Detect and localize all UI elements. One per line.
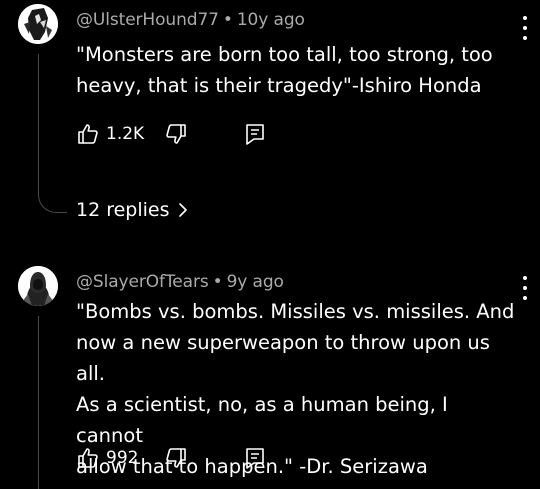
chevron-right-icon — [178, 203, 187, 217]
reply-button[interactable] — [244, 444, 266, 472]
like-button[interactable]: 992 — [76, 444, 138, 472]
replies-toggle[interactable]: 12 replies — [76, 199, 188, 221]
thumbs-up-icon — [78, 448, 98, 468]
reply-comment-icon — [246, 124, 264, 145]
comment-actions: 992 — [76, 444, 276, 472]
masked-figure-avatar[interactable] — [18, 4, 58, 44]
separator-dot: • — [222, 10, 233, 30]
thread-curve — [38, 190, 67, 213]
comment-actions: 1.2K — [76, 120, 276, 148]
author-name[interactable]: @SlayerOfTears — [76, 272, 209, 292]
comment-age: 10y ago — [236, 10, 305, 30]
comment-meta: @UlsterHound77 • 10y ago — [76, 10, 305, 30]
dislike-button[interactable] — [164, 120, 188, 148]
author-name[interactable]: @UlsterHound77 — [76, 10, 219, 30]
thumbs-up-icon — [78, 124, 98, 144]
comment-age: 9y ago — [226, 272, 284, 292]
thread-line — [38, 316, 39, 489]
thread-line — [38, 54, 39, 190]
dislike-button[interactable] — [164, 444, 188, 472]
reply-comment-icon — [246, 448, 264, 469]
like-count: 992 — [106, 448, 139, 468]
thumbs-down-icon — [166, 448, 186, 468]
hooded-figure-avatar[interactable] — [18, 266, 58, 306]
thumbs-down-icon — [166, 124, 186, 144]
kebab-menu-icon[interactable] — [518, 14, 532, 42]
kebab-menu-icon[interactable] — [518, 274, 532, 302]
like-count: 1.2K — [106, 124, 145, 144]
reply-button[interactable] — [244, 120, 266, 148]
comment-meta: @SlayerOfTears • 9y ago — [76, 272, 284, 292]
separator-dot: • — [212, 272, 223, 292]
replies-label: 12 replies — [76, 199, 170, 221]
comment-text: "Monsters are born too tall, too strong,… — [76, 43, 493, 97]
like-button[interactable]: 1.2K — [76, 120, 144, 148]
